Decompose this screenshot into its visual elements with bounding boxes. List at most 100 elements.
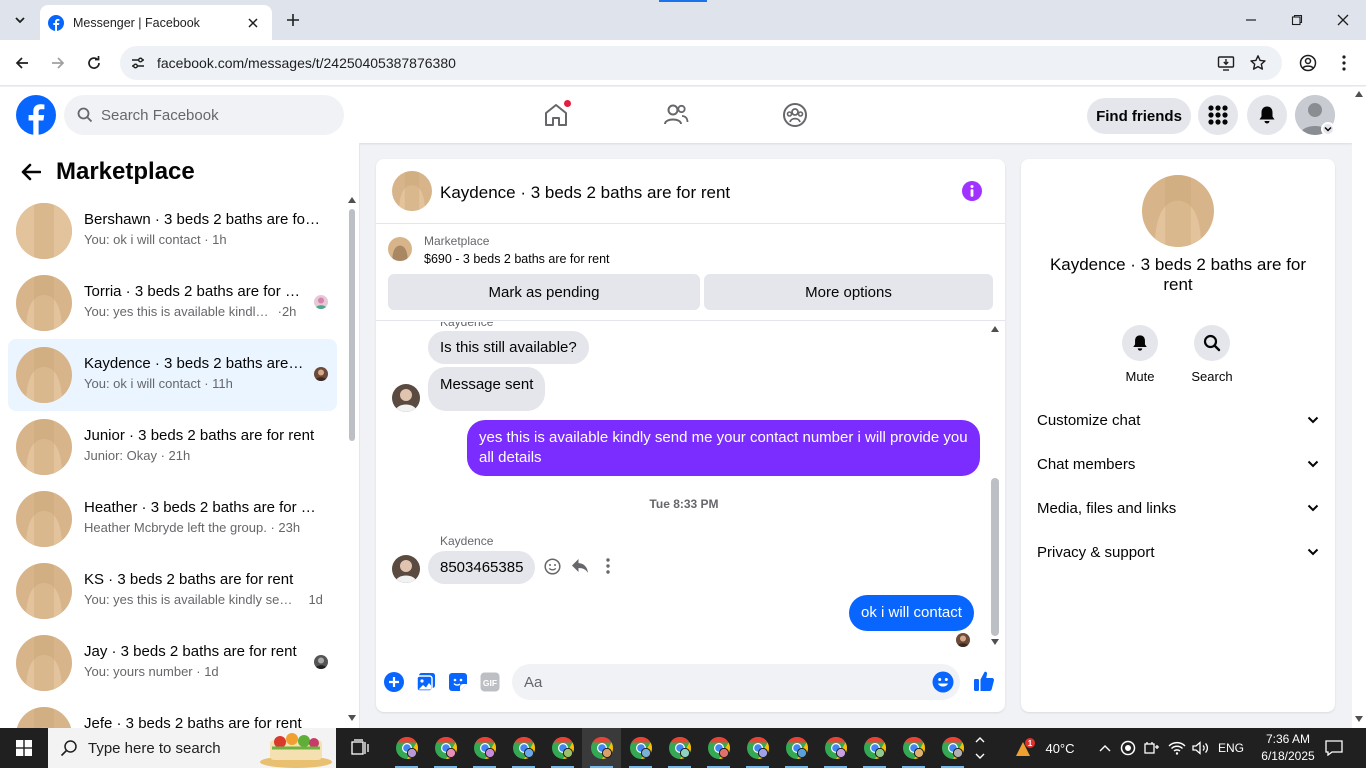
chrome-taskbar-app[interactable] <box>933 728 972 768</box>
listing-avatar <box>16 275 72 331</box>
weather-temperature[interactable]: 40°C <box>1040 728 1080 768</box>
groups-nav-button[interactable] <box>779 99 811 131</box>
sidebar-scrollbar[interactable] <box>346 193 358 723</box>
attach-photo-button[interactable] <box>415 671 437 693</box>
chrome-taskbar-app[interactable] <box>660 728 699 768</box>
back-button[interactable] <box>10 51 34 75</box>
network-button[interactable] <box>1166 728 1188 768</box>
conversation-item[interactable]: Junior · 3 beds 2 baths are for rent Jun… <box>8 411 337 483</box>
conversation-item[interactable]: Jay · 3 beds 2 baths are for rent You: y… <box>8 627 337 699</box>
conversation-item[interactable]: Torria · 3 beds 2 baths are for rent You… <box>8 267 337 339</box>
notification-center-button[interactable] <box>1320 728 1348 768</box>
chat-members-section[interactable]: Chat members <box>1037 450 1319 478</box>
send-like-button[interactable] <box>972 669 996 693</box>
mute-action[interactable]: Mute <box>1110 325 1170 384</box>
chrome-taskbar-app[interactable] <box>855 728 894 768</box>
conversation-item[interactable]: Bershawn · 3 beds 2 baths are for rent Y… <box>8 195 337 267</box>
battery-button[interactable] <box>1142 728 1162 768</box>
chrome-taskbar-app[interactable] <box>816 728 855 768</box>
chrome-icon <box>395 737 418 759</box>
forward-button[interactable] <box>46 51 70 75</box>
facebook-logo-icon[interactable] <box>16 95 56 135</box>
taskbar-clock[interactable]: 7:36 AM 6/18/2025 <box>1256 731 1320 765</box>
chrome-taskbar-app[interactable] <box>543 728 582 768</box>
listing-price-title[interactable]: $690 - 3 beds 2 baths are for rent <box>424 252 610 266</box>
restore-button[interactable] <box>1274 0 1320 40</box>
conversation-item[interactable]: KS · 3 beds 2 baths are for rent You: ye… <box>8 555 337 627</box>
customize-chat-section[interactable]: Customize chat <box>1037 406 1319 434</box>
profile-button[interactable] <box>1296 51 1320 75</box>
show-hidden-icons-button[interactable] <box>1095 728 1115 768</box>
start-button[interactable] <box>0 728 48 768</box>
chrome-taskbar-app[interactable] <box>465 728 504 768</box>
sidebar-scroll-thumb[interactable] <box>349 209 355 441</box>
info-icon[interactable] <box>962 181 982 201</box>
mark-as-pending-button[interactable]: Mark as pending <box>388 274 700 310</box>
gif-button[interactable]: GIF <box>479 671 501 693</box>
close-window-button[interactable] <box>1320 0 1366 40</box>
search-action[interactable]: Search <box>1182 325 1242 384</box>
chrome-taskbar-app[interactable] <box>777 728 816 768</box>
taskbar-search-box[interactable]: Type here to search <box>48 728 336 768</box>
chrome-taskbar-app[interactable] <box>621 728 660 768</box>
minimize-button[interactable] <box>1228 0 1274 40</box>
new-tab-button[interactable] <box>282 9 304 31</box>
more-options-button[interactable]: More options <box>704 274 993 310</box>
chat-scrollbar[interactable] <box>988 322 1002 655</box>
incoming-message[interactable]: Message sent <box>428 367 546 411</box>
tab-search-button[interactable] <box>8 8 32 32</box>
chrome-taskbar-app[interactable] <box>699 728 738 768</box>
mute-button[interactable] <box>1122 325 1158 361</box>
chevron-down-icon <box>1307 460 1319 468</box>
menu-button[interactable] <box>1198 95 1238 135</box>
chrome-taskbar-app-active[interactable] <box>582 728 621 768</box>
address-bar[interactable]: facebook.com/messages/t/2425040538787638… <box>120 46 1282 80</box>
taskbar-scroll-arrows[interactable] <box>973 728 987 768</box>
emoji-icon[interactable] <box>932 671 954 693</box>
listing-avatar <box>16 491 72 547</box>
more-actions-button[interactable] <box>383 671 405 693</box>
message-more-button[interactable] <box>598 556 618 576</box>
facebook-search-input[interactable]: Search Facebook <box>64 95 344 135</box>
friends-nav-button[interactable] <box>660 99 692 131</box>
outgoing-message[interactable]: yes this is available kindly send me you… <box>467 420 980 476</box>
chat-avatar[interactable] <box>392 171 432 211</box>
chrome-taskbar-app[interactable] <box>894 728 933 768</box>
tray-app-icon[interactable] <box>1118 728 1138 768</box>
chrome-taskbar-app[interactable] <box>387 728 426 768</box>
install-app-button[interactable] <box>1216 53 1236 73</box>
account-menu-chevron[interactable] <box>1321 122 1335 136</box>
react-button[interactable] <box>542 556 562 576</box>
bookmark-button[interactable] <box>1248 53 1268 73</box>
chrome-taskbar-app[interactable] <box>504 728 543 768</box>
chat-scroll-thumb[interactable] <box>991 478 999 636</box>
conversation-item[interactable]: Heather · 3 beds 2 baths are for rent He… <box>8 483 337 555</box>
search-in-conversation-button[interactable] <box>1194 325 1230 361</box>
media-files-links-section[interactable]: Media, files and links <box>1037 494 1319 522</box>
site-info-button[interactable] <box>128 53 148 73</box>
volume-button[interactable] <box>1190 728 1212 768</box>
browser-menu-button[interactable] <box>1332 51 1356 75</box>
find-friends-button[interactable]: Find friends <box>1087 98 1191 134</box>
back-to-chats-button[interactable] <box>16 157 46 187</box>
incoming-message[interactable]: Is this still available? <box>428 331 589 364</box>
outgoing-message[interactable]: ok i will contact <box>849 595 974 631</box>
chrome-taskbar-app[interactable] <box>738 728 777 768</box>
chat-title[interactable]: Kaydence · 3 beds 2 baths are for rent <box>440 183 730 203</box>
weather-widget[interactable]: 1 <box>1010 728 1040 768</box>
notifications-button[interactable] <box>1247 95 1287 135</box>
tab-close-button[interactable] <box>244 14 262 32</box>
reply-button[interactable] <box>570 556 590 576</box>
conversation-item[interactable]: Jefe · 3 beds 2 baths are for rent <box>8 699 337 728</box>
sticker-button[interactable] <box>447 671 469 693</box>
reload-button[interactable] <box>82 51 106 75</box>
input-language-button[interactable]: ENG <box>1214 728 1248 768</box>
privacy-support-section[interactable]: Privacy & support <box>1037 538 1319 566</box>
chrome-taskbar-app[interactable] <box>426 728 465 768</box>
page-scrollbar[interactable] <box>1352 87 1366 728</box>
incoming-message[interactable]: 8503465385 <box>428 551 536 584</box>
message-input[interactable] <box>524 664 914 700</box>
task-view-button[interactable] <box>341 728 380 768</box>
browser-tab[interactable]: Messenger | Facebook <box>40 5 272 40</box>
conversation-item-active[interactable]: Kaydence · 3 beds 2 baths are for rent Y… <box>8 339 337 411</box>
